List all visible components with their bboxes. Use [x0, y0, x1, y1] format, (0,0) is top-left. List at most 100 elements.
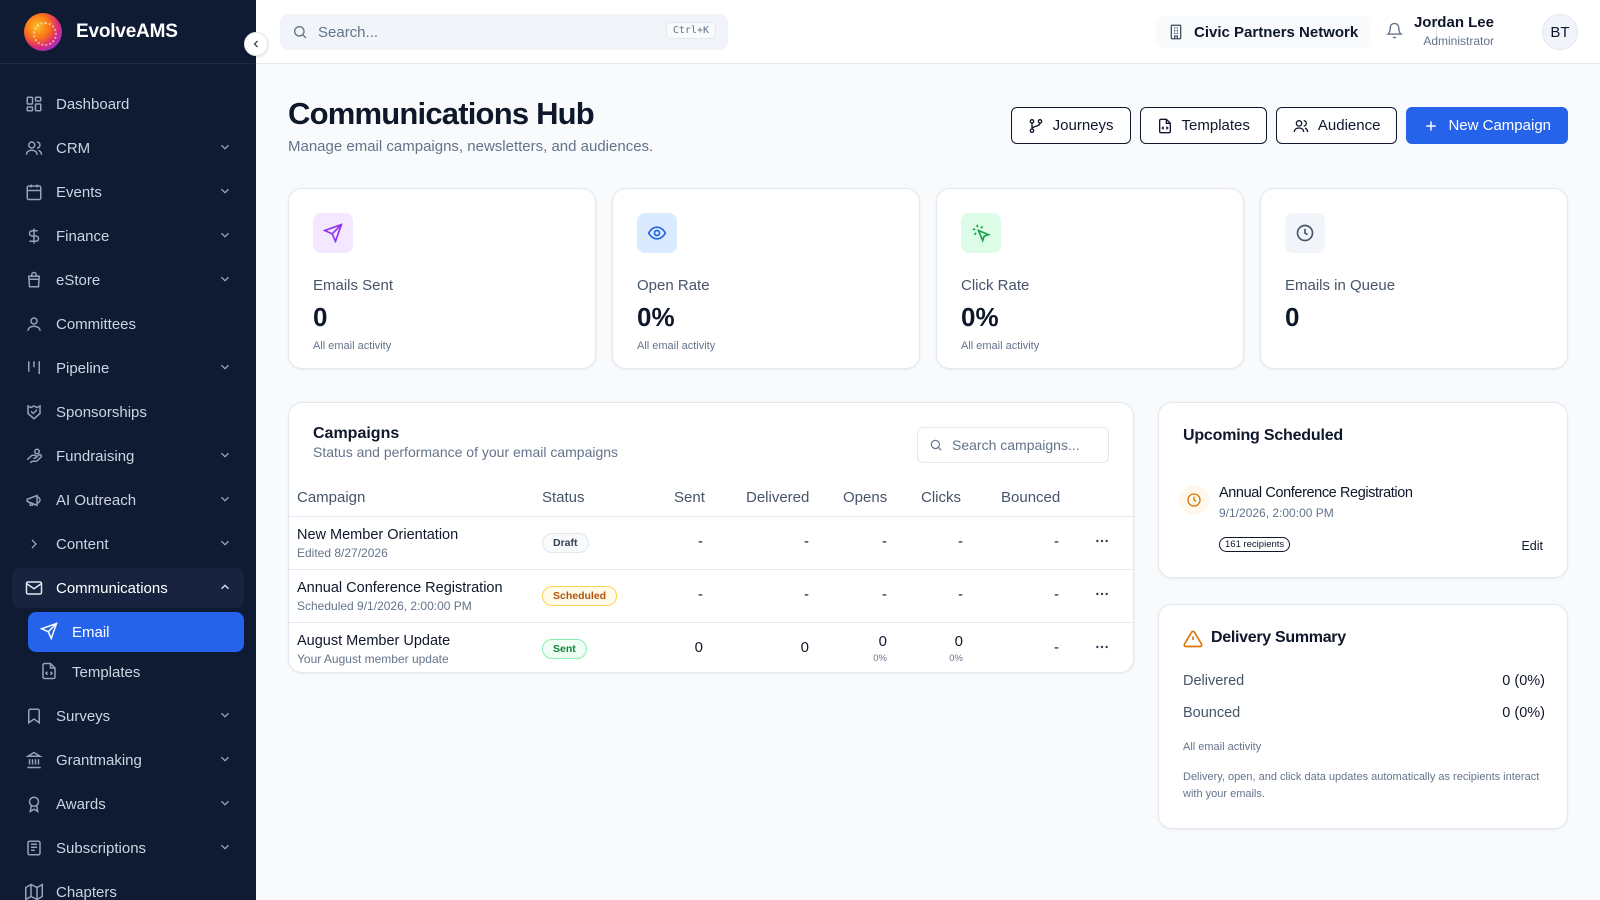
bell-icon [1386, 22, 1403, 39]
new-campaign-button[interactable]: New Campaign [1406, 107, 1568, 144]
bag-icon [24, 270, 44, 290]
sidebar-item-crm[interactable]: CRM [12, 128, 244, 168]
status-badge: Sent [542, 639, 587, 659]
more-horizontal-icon[interactable] [1094, 533, 1110, 549]
delivery-note: All email activity [1183, 741, 1262, 753]
search-icon [292, 24, 308, 40]
page-actions: Journeys Templates Audience New Campaign [1010, 107, 1568, 144]
delivered-label: Delivered [1183, 673, 1245, 689]
sidebar-item-fundraising[interactable]: Fundraising [12, 436, 244, 476]
campaign-meta: Scheduled 9/1/2026, 2:00:00 PM [297, 599, 472, 613]
sidebar-item-subscriptions[interactable]: Subscriptions [12, 828, 244, 868]
sidebar-item-chapters[interactable]: Chapters [12, 872, 244, 900]
sidebar-subitem-templates[interactable]: Templates [28, 652, 244, 692]
scheduled-campaign-name[interactable]: Annual Conference Registration [1219, 485, 1413, 501]
sidebar-item-dashboard[interactable]: Dashboard [12, 84, 244, 124]
campaign-search[interactable] [917, 427, 1109, 463]
column-header[interactable]: Campaign [297, 489, 365, 506]
brand[interactable]: EvolveAMS [0, 0, 256, 64]
sidebar-item-label: Chapters [56, 883, 117, 900]
more-horizontal-icon[interactable] [1094, 639, 1110, 655]
opens-value: - [882, 586, 887, 603]
chevron-down-icon [218, 272, 232, 286]
table-row[interactable]: August Member Update Your August member … [289, 623, 1133, 672]
campaign-name[interactable]: August Member Update [297, 633, 450, 649]
sidebar-item-label: Dashboard [56, 95, 130, 113]
campaign-meta: Your August member update [297, 652, 449, 666]
main-content: Communications Hub Manage email campaign… [256, 64, 1600, 900]
building-icon [1168, 24, 1184, 40]
sidebar-item-label: Content [56, 535, 109, 553]
pipeline-icon [24, 358, 44, 378]
table-row[interactable]: Annual Conference Registration Scheduled… [289, 570, 1133, 623]
user-name: Jordan Lee [1413, 14, 1494, 31]
sent-value: 0 [694, 639, 703, 656]
sidebar-item-label: Subscriptions [56, 839, 147, 857]
org-switcher[interactable]: Civic Partners Network [1156, 16, 1371, 48]
chevron-down-icon [218, 708, 232, 722]
hand-coins-icon [24, 446, 44, 466]
stat-value: 0% [637, 302, 675, 332]
delivered-value: - [804, 533, 809, 550]
sidebar-collapse-button[interactable] [244, 32, 268, 56]
sidebar-item-estore[interactable]: eStore [12, 260, 244, 300]
shortcut-hint: Ctrl+K [665, 22, 716, 39]
edit-link[interactable]: Edit [1521, 539, 1543, 553]
sidebar-item-ai-outreach[interactable]: AI Outreach [12, 480, 244, 520]
campaign-name[interactable]: Annual Conference Registration [297, 580, 503, 596]
mail-icon [24, 578, 44, 598]
campaign-name[interactable]: New Member Orientation [297, 527, 458, 543]
journeys-button[interactable]: Journeys [1010, 107, 1131, 144]
sidebar-item-events[interactable]: Events [12, 172, 244, 212]
sidebar-item-label: eStore [56, 271, 101, 289]
campaign-search-input[interactable] [952, 437, 1102, 453]
sidebar-item-label: Fundraising [56, 447, 135, 465]
audience-button[interactable]: Audience [1275, 107, 1398, 144]
delivery-footer: Delivery, open, and click data updates a… [1183, 771, 1540, 800]
stat-value: 0 [1285, 302, 1300, 332]
sidebar-subitem-label: Email [72, 623, 110, 641]
column-header[interactable]: Delivered [746, 489, 809, 506]
sidebar-item-pipeline[interactable]: Pipeline [12, 348, 244, 388]
campaign-meta: Edited 8/27/2026 [297, 546, 388, 560]
award-icon [24, 794, 44, 814]
chevron-up-icon [218, 580, 232, 594]
sidebar-item-grantmaking[interactable]: Grantmaking [12, 740, 244, 780]
column-header[interactable]: Opens [843, 489, 887, 506]
sidebar-item-content[interactable]: Content [12, 524, 244, 564]
table-row[interactable]: New Member Orientation Edited 8/27/2026 … [289, 517, 1133, 570]
column-header[interactable]: Sent [674, 489, 705, 506]
search-input[interactable] [318, 23, 648, 41]
notifications-button[interactable] [1386, 22, 1403, 39]
column-header[interactable]: Clicks [921, 489, 961, 506]
scheduled-campaign-date: 9/1/2026, 2:00:00 PM [1219, 506, 1334, 520]
more-horizontal-icon[interactable] [1094, 586, 1110, 602]
pointer-click-icon [961, 213, 1001, 253]
newspaper-icon [24, 838, 44, 858]
column-header[interactable]: Bounced [1001, 489, 1060, 506]
templates-button[interactable]: Templates [1139, 107, 1267, 144]
sidebar-item-surveys[interactable]: Surveys [12, 696, 244, 736]
org-name: Civic Partners Network [1194, 23, 1359, 41]
user-info[interactable]: Jordan Lee Administrator [1414, 14, 1494, 48]
column-header[interactable]: Status [542, 489, 585, 506]
sidebar-item-committees[interactable]: Committees [12, 304, 244, 344]
sidebar-item-communications[interactable]: Communications [12, 568, 244, 608]
avatar[interactable]: BT [1542, 14, 1578, 50]
global-search[interactable]: Ctrl+K [280, 14, 728, 50]
sidebar-item-finance[interactable]: Finance [12, 216, 244, 256]
chevron-down-icon [218, 796, 232, 810]
search-icon [929, 438, 943, 452]
users-icon [1293, 118, 1309, 134]
send-icon [313, 213, 353, 253]
clicks-value: - [958, 586, 963, 603]
sidebar-item-label: CRM [56, 139, 91, 157]
bookmark-icon [24, 706, 44, 726]
app-name: EvolveAMS [76, 20, 178, 42]
chevron-down-icon [218, 536, 232, 550]
sidebar-subitem-email[interactable]: Email [28, 612, 244, 652]
topbar: Ctrl+K Civic Partners Network Jordan Lee… [256, 0, 1600, 64]
sidebar-item-sponsorships[interactable]: Sponsorships [12, 392, 244, 432]
user-role: Administrator [1423, 34, 1494, 48]
sidebar-item-awards[interactable]: Awards [12, 784, 244, 824]
